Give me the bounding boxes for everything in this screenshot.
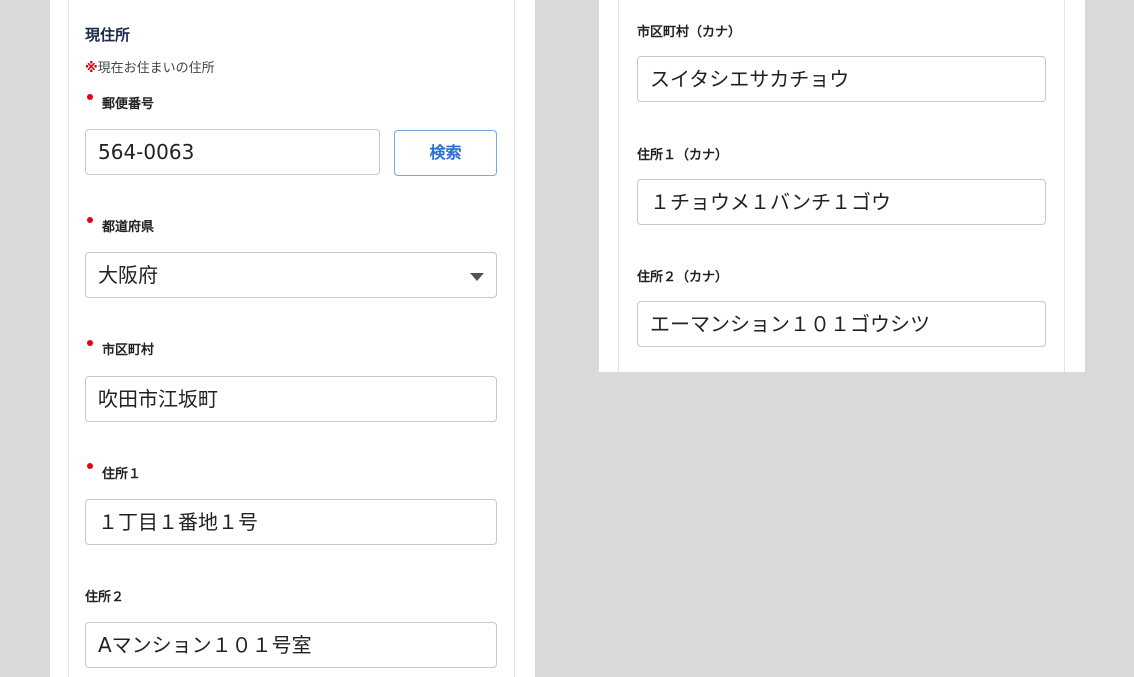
kana-address-panel: 市区町村（カナ） スイタシエサカチョウ 住所１（カナ） １チョウメ１バンチ１ゴウ… (599, 0, 1085, 372)
section-note: ※現在お住まいの住所 (85, 57, 215, 76)
postal-code-input[interactable]: 564-0063 (85, 129, 380, 175)
address2-kana-label: 住所２（カナ） (637, 270, 729, 285)
postal-code-label: 郵便番号 (102, 97, 155, 112)
address2-label: 住所２ (85, 590, 125, 605)
note-text: 現在お住まいの住所 (97, 61, 215, 76)
required-dot (87, 94, 93, 100)
panel-border-right (1064, 0, 1065, 372)
city-input[interactable]: 吹田市江坂町 (85, 376, 497, 422)
required-dot (87, 217, 93, 223)
panel-border-left (68, 0, 69, 677)
prefecture-select[interactable]: 大阪府 (85, 252, 497, 298)
required-dot (87, 463, 93, 469)
address1-label: 住所１ (102, 467, 142, 482)
chevron-down-icon (470, 273, 484, 281)
address1-kana-label: 住所１（カナ） (637, 148, 729, 163)
address2-kana-input[interactable]: エーマンション１０１ゴウシツ (637, 301, 1046, 347)
panel-border-left (618, 0, 619, 372)
address1-kana-input[interactable]: １チョウメ１バンチ１ゴウ (637, 179, 1046, 225)
city-kana-input[interactable]: スイタシエサカチョウ (637, 56, 1046, 102)
required-dot (87, 340, 93, 346)
address2-input[interactable]: Aマンション１０１号室 (85, 622, 497, 668)
search-button[interactable]: 検索 (394, 130, 497, 176)
current-address-panel: 現住所 ※現在お住まいの住所 郵便番号 564-0063 検索 都道府県 大阪府… (50, 0, 535, 677)
city-label: 市区町村 (102, 343, 155, 358)
address1-input[interactable]: １丁目１番地１号 (85, 499, 497, 545)
section-title: 現住所 (85, 26, 131, 44)
city-kana-label: 市区町村（カナ） (637, 25, 742, 40)
prefecture-selected-value: 大阪府 (98, 263, 158, 287)
panel-border-right (514, 0, 515, 677)
note-mark: ※ (85, 61, 98, 76)
prefecture-label: 都道府県 (102, 220, 155, 235)
